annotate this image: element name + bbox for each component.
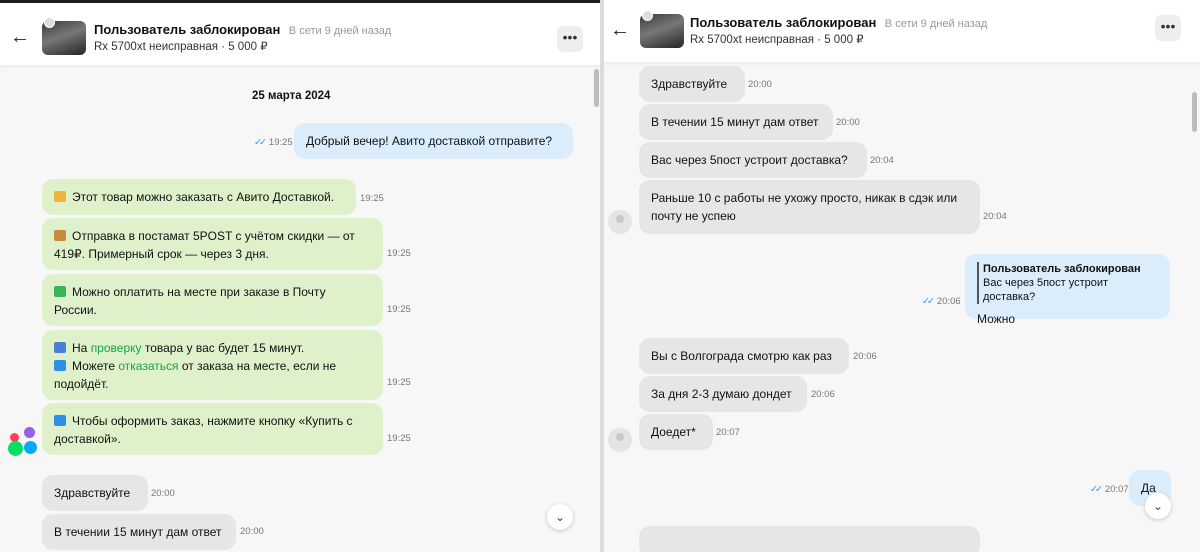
message-time: 20:00 (151, 488, 175, 499)
chat-title: Пользователь заблокирован (690, 15, 877, 30)
message-time: 20:07 (716, 427, 740, 438)
more-menu-button[interactable]: ••• (1155, 15, 1181, 41)
chat-header: ← Пользователь заблокирован В сети 9 дне… (604, 0, 1200, 62)
system-message: Отправка в постамат 5POST с учётом скидк… (42, 218, 383, 270)
scrollbar[interactable] (594, 69, 599, 107)
message-time: 20:06 (853, 351, 877, 362)
scroll-down-button[interactable]: ⌄ (547, 504, 573, 530)
message-bubble-incoming: Здравствуйте (42, 475, 148, 511)
message-time: 19:25 (387, 433, 411, 444)
back-arrow-icon[interactable]: ← (10, 27, 30, 47)
message-time: ✓✓ 20:07 (1090, 484, 1129, 495)
online-status: В сети 9 дней назад (288, 25, 392, 37)
chat-title: Пользователь заблокирован (94, 22, 281, 37)
system-message: На проверку товара у вас будет 15 минут.… (42, 330, 383, 400)
message-time: 20:00 (836, 117, 860, 128)
system-message: Этот товар можно заказать с Авито Достав… (42, 179, 356, 215)
online-status: В сети 9 дней назад (884, 18, 988, 30)
date-separator: 25 марта 2024 (252, 90, 331, 102)
listing-subtitle[interactable]: Rx 5700xt неисправная · 5 000 ₽ (94, 39, 268, 53)
user-avatar[interactable] (608, 210, 632, 234)
message-bubble-incoming: Доедет* (639, 414, 713, 450)
system-message: Можно оплатить на месте при заказе в Поч… (42, 274, 383, 326)
check-link[interactable]: проверку (91, 341, 142, 355)
message-time: 19:25 (387, 304, 411, 315)
message-bubble-incoming: Вас через 5пост устроит доставка? (639, 142, 867, 178)
message-bubble-incoming: Вы с Волгограда смотрю как раз (639, 338, 849, 374)
quoted-message[interactable]: Пользователь заблокирован Вас через 5пос… (977, 262, 1158, 304)
message-time: 19:25 (360, 193, 384, 204)
money-icon (54, 286, 66, 297)
message-time: 20:06 (811, 389, 835, 400)
message-bubble-incoming-partial (639, 526, 980, 552)
read-checkmark-icon: ✓✓ (254, 137, 267, 148)
message-bubble-incoming: В течении 15 минут дам ответ (42, 514, 236, 550)
scroll-down-button[interactable]: ⌄ (1145, 493, 1171, 519)
refuse-link[interactable]: отказаться (118, 359, 178, 373)
chat-panel-right: ← Пользователь заблокирован В сети 9 дне… (604, 0, 1200, 552)
truck-icon (54, 191, 66, 202)
message-time: 20:04 (983, 211, 1007, 222)
message-time: 20:04 (870, 155, 894, 166)
magnifier-icon (54, 342, 66, 353)
back-arrow-icon[interactable]: ← (610, 20, 630, 40)
message-time: 19:25 (387, 248, 411, 259)
message-bubble-incoming: В течении 15 минут дам ответ (639, 104, 833, 140)
package-icon (54, 230, 66, 241)
message-time: ✓✓ 19:25 (254, 137, 293, 148)
chat-panel-left: ← Пользователь заблокирован В сети 9 дне… (0, 0, 600, 552)
read-checkmark-icon: ✓✓ (922, 296, 935, 307)
message-bubble-incoming: Здравствуйте (639, 66, 745, 102)
chat-header: ← Пользователь заблокирован В сети 9 дне… (0, 3, 600, 65)
arrow-down-icon (54, 415, 66, 426)
message-bubble-incoming: Раньше 10 с работы не ухожу просто, ника… (639, 180, 980, 234)
message-time: 20:00 (748, 79, 772, 90)
message-bubble-outgoing: Добрый вечер! Авито доставкой отправите? (294, 123, 573, 159)
system-message: Чтобы оформить заказ, нажмите кнопку «Ку… (42, 403, 383, 455)
avito-logo-icon (8, 427, 38, 457)
listing-subtitle[interactable]: Rx 5700xt неисправная · 5 000 ₽ (690, 32, 864, 46)
user-avatar[interactable] (608, 428, 632, 452)
user-avatar-dot (44, 17, 55, 28)
user-avatar-dot (642, 10, 653, 21)
message-time: 19:25 (387, 377, 411, 388)
return-icon (54, 360, 66, 371)
message-bubble-outgoing-reply: Пользователь заблокирован Вас через 5пос… (965, 254, 1170, 326)
more-menu-button[interactable]: ••• (557, 26, 583, 52)
message-bubble-incoming: За дня 2-3 думаю дондет (639, 376, 807, 412)
read-checkmark-icon: ✓✓ (1090, 484, 1103, 495)
message-time: ✓✓ 20:06 (922, 296, 961, 307)
message-time: 20:00 (240, 526, 264, 537)
scrollbar[interactable] (1192, 92, 1197, 132)
